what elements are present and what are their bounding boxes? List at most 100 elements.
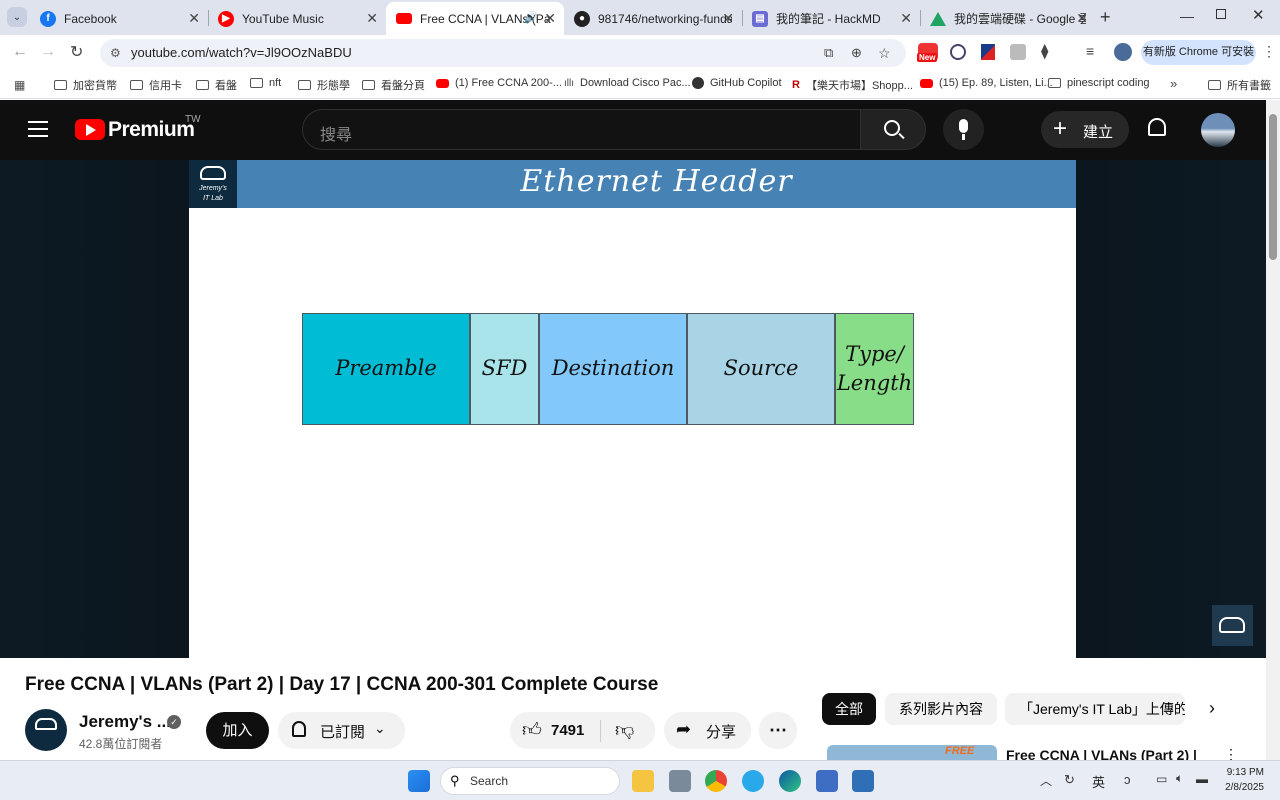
field-source: Source (687, 313, 835, 425)
page-scrollbar[interactable] (1266, 100, 1280, 760)
minimize-button[interactable]: — (1180, 8, 1194, 24)
new-tab-button[interactable]: + (1100, 7, 1111, 28)
profile-avatar[interactable] (1114, 43, 1132, 61)
reload-icon[interactable]: ↻ (70, 42, 83, 62)
tab-free-ccna[interactable]: Free CCNA | VLANs (Pa 🔊 ✕ (386, 2, 564, 35)
create-button[interactable]: + 建立 (1041, 111, 1129, 148)
search-input[interactable]: 搜尋 (302, 109, 860, 150)
zoom-icon[interactable]: ⊕ (851, 39, 862, 67)
network-icon[interactable]: ▭ (1156, 772, 1167, 786)
maximize-button[interactable] (1216, 9, 1226, 19)
bookmark-item[interactable]: nft (250, 77, 281, 89)
volume-icon[interactable]: 🔈︎ (1176, 771, 1183, 786)
extensions-puzzle-icon[interactable]: ⧫ (1041, 42, 1048, 60)
channel-watermark-icon[interactable] (1212, 605, 1253, 646)
close-icon[interactable]: ✕ (188, 10, 200, 27)
clock-time[interactable]: 9:13 PM (1224, 767, 1264, 778)
media-control-icon[interactable]: ≡ (1086, 43, 1094, 59)
bookmark-item[interactable]: ıllı Download Cisco Pac... (564, 77, 691, 89)
join-button[interactable]: 加入 (206, 712, 269, 749)
tab-google-drive[interactable]: 我的雲端硬碟 - Google 雲 ✕ (920, 2, 1096, 35)
tab-github[interactable]: ● 981746/networking-funda ✕ (564, 2, 742, 35)
account-avatar[interactable] (1201, 113, 1235, 147)
premium-logo-text[interactable]: Premium (108, 118, 195, 142)
taskbar-search-box[interactable]: ⚲ Search (440, 767, 620, 795)
next-video-thumbnail[interactable]: FREE (827, 745, 997, 760)
video-title: Free CCNA | VLANs (Part 2) | Day 17 | CC… (25, 674, 659, 695)
channel-avatar[interactable] (25, 709, 67, 751)
chip-channel-uploads[interactable]: 「Jeremy's IT Lab」上傳的 (1005, 693, 1185, 725)
tab-youtube-music[interactable]: ▶ YouTube Music ✕ (208, 2, 386, 35)
close-icon[interactable]: ✕ (1076, 10, 1088, 27)
like-icon[interactable]: 👍︎ (522, 719, 542, 742)
bookmark-star-icon[interactable]: ☆ (878, 39, 891, 67)
site-info-icon[interactable]: ⚙ (110, 39, 121, 67)
edge-icon[interactable] (779, 770, 801, 792)
all-bookmarks[interactable]: 所有書籤 (1208, 77, 1271, 93)
tab-facebook[interactable]: f Facebook ✕ (30, 2, 208, 35)
apps-grid-icon[interactable]: ▦ (14, 78, 25, 92)
ime-indicator[interactable]: 英 (1092, 772, 1105, 791)
start-windows-icon[interactable] (408, 770, 430, 792)
channel-name[interactable]: Jeremy's ... (79, 712, 171, 732)
youtube-icon (920, 78, 933, 88)
back-icon[interactable]: ← (12, 43, 28, 61)
more-actions-icon[interactable]: ⋯ (759, 712, 797, 749)
extension-circle-icon[interactable] (950, 44, 966, 60)
bookmark-item[interactable]: pinescript coding (1048, 77, 1150, 89)
hamburger-menu-icon[interactable] (28, 121, 48, 123)
install-app-icon[interactable]: ⧉ (824, 39, 833, 67)
clock-date[interactable]: 2/8/2025 (1218, 782, 1264, 793)
bookmark-item[interactable]: 形態學 (298, 77, 350, 93)
close-icon[interactable]: ✕ (544, 10, 556, 27)
bookmark-item[interactable]: GitHub Copilot (692, 77, 782, 89)
menu-kebab-icon[interactable]: ⋮ (1262, 43, 1276, 60)
extension-gray-icon[interactable] (1010, 44, 1026, 60)
chevron-right-icon[interactable]: › (1209, 698, 1215, 719)
voice-search-button[interactable] (943, 109, 984, 150)
scrollbar-thumb[interactable] (1269, 114, 1277, 260)
close-icon[interactable]: ✕ (900, 10, 912, 27)
bookmark-item[interactable]: 看盤分頁 (362, 77, 425, 93)
video-player[interactable]: Jeremy's IT Lab Ethernet Header Preamble… (0, 160, 1266, 658)
address-bar[interactable]: ⚙ youtube.com/watch?v=Jl9OOzNaBDU ⧉ ⊕ ☆ (100, 39, 906, 67)
telegram-icon[interactable] (742, 770, 764, 792)
window-close-button[interactable]: ✕ (1252, 6, 1265, 24)
chrome-update-button[interactable]: 有新版 Chrome 可安裝 (1141, 40, 1256, 65)
bookmark-item[interactable]: (15) Ep. 89, Listen, Li... (920, 77, 1053, 89)
battery-icon[interactable]: ▬ (1196, 772, 1208, 786)
github-icon: ● (574, 10, 590, 27)
share-button[interactable]: ➦ 分享 (664, 712, 751, 749)
chrome-icon[interactable] (705, 770, 727, 792)
notifications-bell-icon[interactable] (1148, 118, 1166, 136)
file-explorer-icon[interactable] (632, 770, 654, 792)
extension-new-icon[interactable]: New (917, 43, 938, 62)
like-count[interactable]: 7491 (551, 722, 584, 739)
bookmark-item[interactable]: 信用卡 (130, 77, 182, 93)
forward-icon[interactable]: → (40, 43, 56, 61)
tab-hackmd[interactable]: ▤ 我的筆記 - HackMD ✕ (742, 2, 920, 35)
bookmark-item[interactable]: R 【樂天市場】Shopp... (792, 77, 913, 93)
close-icon[interactable]: ✕ (366, 10, 378, 27)
search-button[interactable] (860, 109, 926, 150)
bookmark-item[interactable]: 看盤 (196, 77, 237, 93)
youtube-logo-icon[interactable] (75, 119, 105, 140)
tab-search-button[interactable]: ⌄ (7, 7, 27, 27)
close-icon[interactable]: ✕ (722, 10, 734, 27)
speaker-icon[interactable]: 🔊 (524, 11, 538, 24)
chip-all[interactable]: 全部 (822, 693, 876, 725)
bookmarks-bar: ▦ 加密貨幣 信用卡 看盤 nft 形態學 看盤分頁 (1) Free CCNA… (0, 71, 1280, 99)
sync-icon[interactable]: ↻ (1064, 772, 1075, 788)
dislike-icon[interactable]: 👎︎ (615, 719, 634, 742)
show-hidden-icons[interactable]: ︿ (1040, 772, 1052, 789)
calculator-icon[interactable] (816, 770, 838, 792)
ime-mode-icon[interactable]: ↄ (1124, 772, 1131, 787)
bookmark-item[interactable]: 加密貨幣 (54, 77, 117, 93)
subscribed-button[interactable]: 已訂閱 ⌄ (278, 712, 405, 749)
extension-flag-icon[interactable] (981, 44, 995, 60)
chip-series[interactable]: 系列影片內容 (885, 693, 997, 725)
bookmark-item[interactable]: (1) Free CCNA 200-... (436, 77, 562, 89)
notepad-icon[interactable] (852, 770, 874, 792)
more-bookmarks-icon[interactable]: » (1170, 76, 1177, 91)
taskbar-app-icon[interactable] (669, 770, 691, 792)
